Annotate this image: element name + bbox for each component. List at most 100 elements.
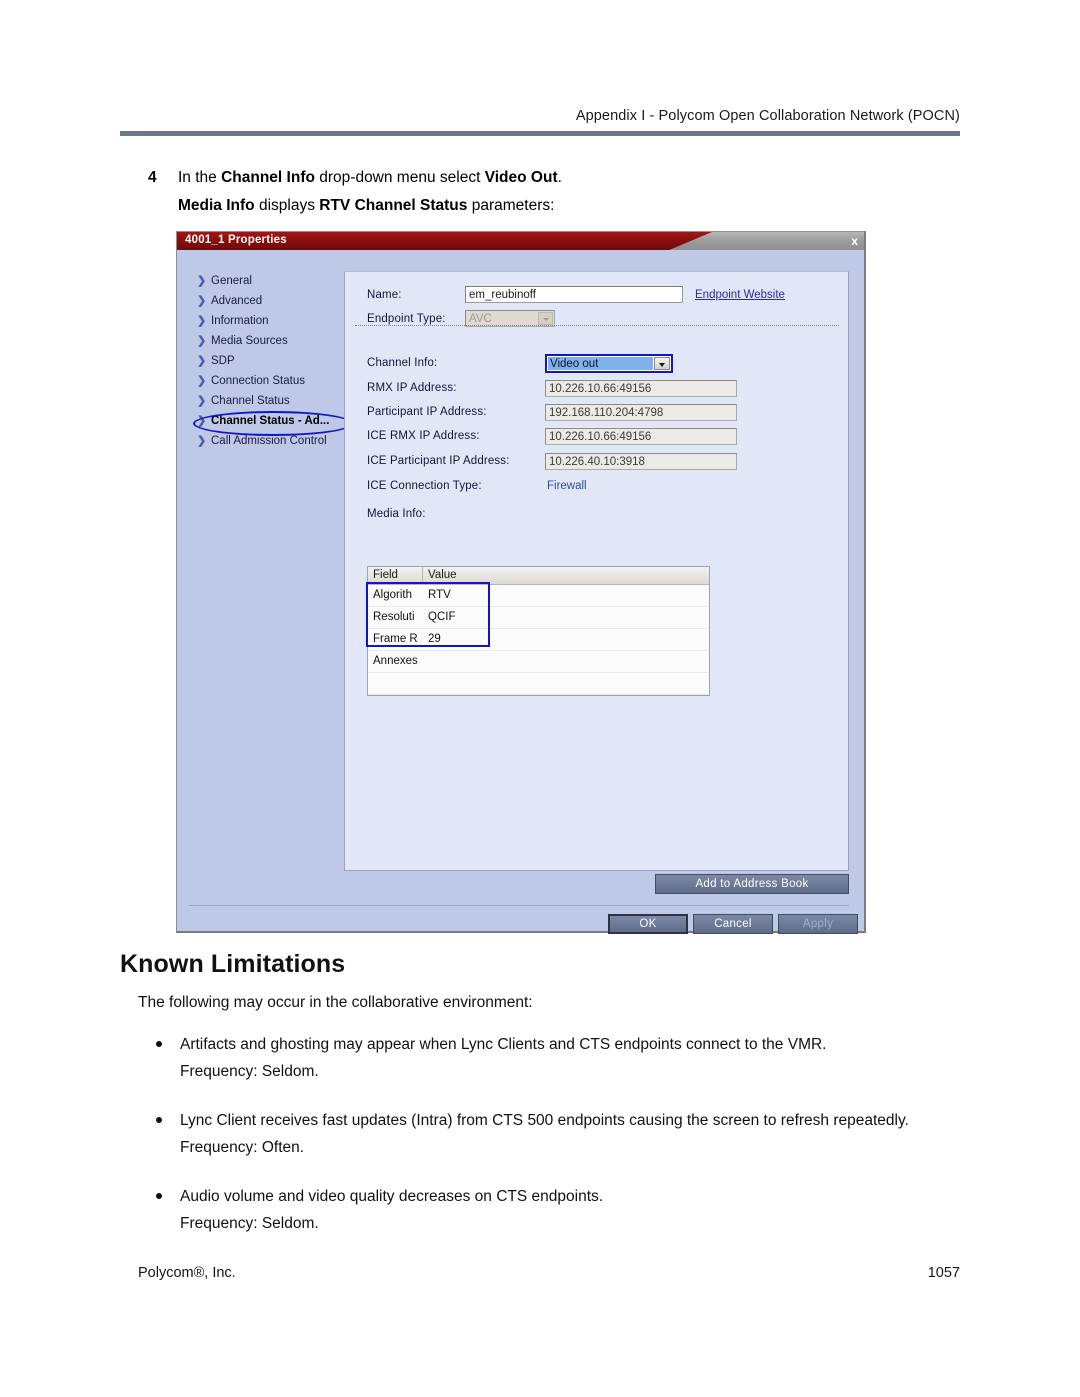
cell-field: Algorith [373, 589, 412, 601]
dialog-content-panel: Name: em_reubinoff Endpoint Website Endp… [344, 271, 849, 871]
dialog-sidebar: ❯ General ❯ Advanced ❯ Information ❯ Med… [189, 271, 353, 451]
participant-ip-value: 192.168.110.204:4798 [545, 404, 737, 421]
cell-value [423, 673, 709, 694]
apply-button: Apply [778, 914, 858, 934]
frequency-label: Frequency: Seldom. [180, 1215, 319, 1232]
dialog-titlebar[interactable]: 4001_1 Properties x [177, 232, 864, 250]
dialog-body: ❯ General ❯ Advanced ❯ Information ❯ Med… [177, 251, 864, 934]
table-row[interactable]: Resoluti QCIF [368, 607, 709, 629]
cell-value: 29 [428, 633, 441, 645]
cell-field: Annexes [373, 655, 418, 667]
step-text-part3: . [557, 169, 562, 186]
limitation-item-1: Artifacts and ghosting may appear when L… [152, 1034, 942, 1082]
rmx-ip-value: 10.226.10.66:49156 [545, 380, 737, 397]
sidebar-item-label: SDP [211, 355, 235, 367]
add-to-address-book-button[interactable]: Add to Address Book [655, 874, 849, 894]
endpoint-website-link[interactable]: Endpoint Website [695, 289, 785, 301]
sidebar-item-channel-status-advanced[interactable]: ❯ Channel Status - Ad... [189, 411, 347, 431]
sidebar-item-connection-status[interactable]: ❯ Connection Status [189, 371, 347, 391]
footer-company: Polycom®, Inc. [138, 1265, 236, 1281]
ok-button[interactable]: OK [608, 914, 688, 934]
name-input[interactable]: em_reubinoff [465, 286, 683, 303]
channel-info-value: Video out [548, 357, 653, 370]
chevron-right-icon: ❯ [197, 295, 207, 307]
list-item-label: Audio volume and video quality decreases… [180, 1188, 604, 1205]
sidebar-item-label: Media Sources [211, 335, 288, 347]
close-icon[interactable]: x [851, 233, 858, 249]
sidebar-item-call-admission-control[interactable]: ❯ Call Admission Control [189, 431, 347, 451]
chevron-down-icon [538, 312, 553, 325]
media-info-label: Media Info: [367, 508, 426, 520]
ice-connection-type-label: ICE Connection Type: [367, 480, 482, 492]
list-item-label: Lync Client receives fast updates (Intra… [180, 1112, 909, 1129]
ice-participant-ip-value: 10.226.40.10:3918 [545, 453, 737, 470]
step-sub-text2: parameters: [467, 197, 555, 214]
section-divider [355, 325, 839, 326]
participant-ip-label: Participant IP Address: [367, 406, 487, 418]
cell-value: QCIF [428, 611, 456, 623]
channel-info-label: Channel Info: [367, 357, 438, 369]
step-instruction: 4 In the Channel Info drop-down menu sel… [148, 167, 948, 188]
chevron-right-icon: ❯ [197, 275, 207, 287]
endpoint-type-label: Endpoint Type: [367, 313, 446, 325]
footer-page-number: 1057 [927, 1265, 960, 1281]
chevron-right-icon: ❯ [197, 335, 207, 347]
sidebar-item-sdp[interactable]: ❯ SDP [189, 351, 347, 371]
bullet-dot-icon [156, 1041, 162, 1047]
step-sub-bold-rtv: RTV Channel Status [319, 197, 468, 214]
running-header: Appendix I - Polycom Open Collaboration … [575, 108, 960, 124]
step-text: In the Channel Info drop-down menu selec… [178, 169, 562, 186]
list-item-label: Artifacts and ghosting may appear when L… [180, 1036, 827, 1053]
chevron-right-icon: ❯ [197, 415, 207, 427]
sidebar-item-general[interactable]: ❯ General [189, 271, 347, 291]
media-info-table: Field Value Algorith RTV Resoluti QCIF F… [367, 566, 710, 696]
chevron-right-icon: ❯ [197, 315, 207, 327]
table-row[interactable]: Algorith RTV [368, 585, 709, 607]
page-title: Known Limitations [120, 950, 346, 978]
sidebar-item-information[interactable]: ❯ Information [189, 311, 347, 331]
cancel-button[interactable]: Cancel [693, 914, 773, 934]
limitation-item-3: Audio volume and video quality decreases… [152, 1186, 942, 1234]
endpoint-type-value: AVC [469, 313, 492, 325]
chevron-right-icon: ❯ [197, 375, 207, 387]
sidebar-item-channel-status[interactable]: ❯ Channel Status [189, 391, 347, 411]
limitation-item-2: Lync Client receives fast updates (Intra… [152, 1110, 942, 1158]
step-text-part2: drop-down menu select [314, 169, 485, 186]
sidebar-item-media-sources[interactable]: ❯ Media Sources [189, 331, 347, 351]
frequency-label: Frequency: Often. [180, 1139, 305, 1156]
ice-participant-ip-label: ICE Participant IP Address: [367, 455, 510, 467]
list-item: Lync Client receives fast updates (Intra… [152, 1110, 942, 1131]
chevron-right-icon: ❯ [197, 395, 207, 407]
list-item: Audio volume and video quality decreases… [152, 1186, 942, 1207]
sidebar-item-label: Channel Status - Ad... [211, 415, 330, 427]
step-bold-video-out: Video Out [484, 169, 558, 186]
cell-value: RTV [428, 589, 451, 601]
table-row[interactable]: Frame R 29 [368, 629, 709, 651]
column-header-value: Value [428, 569, 457, 581]
name-label: Name: [367, 289, 402, 301]
dialog-title: 4001_1 Properties [185, 234, 287, 246]
channel-info-select[interactable]: Video out [545, 354, 673, 373]
bullet-dot-icon [156, 1193, 162, 1199]
sidebar-item-label: Information [211, 315, 269, 327]
sidebar-item-label: Connection Status [211, 375, 305, 387]
chevron-down-icon[interactable] [654, 357, 670, 370]
sidebar-item-label: Call Admission Control [211, 435, 327, 447]
cell-value [423, 651, 709, 672]
sidebar-item-advanced[interactable]: ❯ Advanced [189, 291, 347, 311]
table-row[interactable]: Annexes [368, 651, 709, 673]
step-bold-channel-info: Channel Info [221, 169, 315, 186]
step-subtext: Media Info displays RTV Channel Status p… [178, 197, 554, 215]
intro-paragraph: The following may occur in the collabora… [138, 994, 533, 1011]
button-bar-divider [189, 905, 849, 906]
header-rule [120, 131, 960, 136]
step-number: 4 [148, 169, 157, 186]
cell-field: Frame R [373, 633, 418, 645]
frequency-label: Frequency: Seldom. [180, 1063, 319, 1080]
step-sub-bold-media-info: Media Info [178, 197, 255, 214]
table-row[interactable] [368, 673, 709, 695]
sidebar-item-label: Channel Status [211, 395, 290, 407]
column-header-field: Field [368, 567, 423, 584]
list-item: Artifacts and ghosting may appear when L… [152, 1034, 942, 1055]
ice-rmx-ip-value: 10.226.10.66:49156 [545, 428, 737, 445]
